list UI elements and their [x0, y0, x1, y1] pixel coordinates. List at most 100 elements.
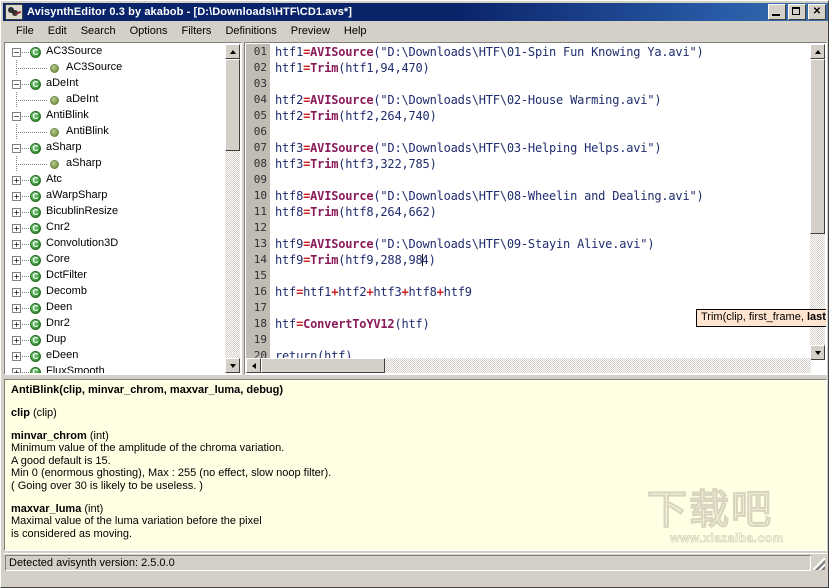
menu-item-file[interactable]: File	[9, 23, 41, 39]
code-line[interactable]: htf3=AVISource("D:\Downloads\HTF\03-Help…	[271, 140, 811, 156]
tree-node-awarpsharp[interactable]: + CaWarpSharp	[6, 188, 227, 204]
code-token: htf3	[275, 157, 304, 171]
expand-icon[interactable]: +	[12, 176, 21, 185]
tree-node-edeen[interactable]: + CeDeen	[6, 348, 227, 364]
editor-hscrollbar-thumb[interactable]	[261, 358, 385, 373]
expand-icon[interactable]: +	[12, 352, 21, 361]
editor-scroll-up-button[interactable]	[810, 44, 825, 59]
tree-node-dup[interactable]: + C Dup	[6, 332, 227, 348]
category-icon: C	[30, 319, 41, 330]
doc-param-name: maxvar_luma	[11, 502, 82, 515]
code-token: ConvertToYV12	[303, 317, 395, 331]
documentation-panel[interactable]: AntiBlink(clip, minvar_chrom, maxvar_lum…	[4, 379, 827, 551]
tree-node-fluxsmooth[interactable]: + C FluxSmooth	[6, 364, 227, 373]
menu-item-help[interactable]: Help	[337, 23, 374, 39]
tree-node-core[interactable]: + C Core	[6, 252, 227, 268]
code-line[interactable]	[271, 124, 811, 140]
collapse-icon[interactable]: −	[12, 112, 21, 121]
tree-node-dctfilter[interactable]: + C DctFilter	[6, 268, 227, 284]
menu-bar: File Edit Search Options Filters Definit…	[3, 21, 828, 41]
code-token: (htf8,264,662)	[338, 205, 437, 219]
code-line[interactable]	[271, 332, 811, 348]
code-line[interactable]: htf3=Trim(htf3,322,785)	[271, 156, 811, 172]
code-line[interactable]: htf8=AVISource("D:\Downloads\HTF\08-Whee…	[271, 188, 811, 204]
code-line[interactable]: htf2=Trim(htf2,264,740)	[271, 108, 811, 124]
category-icon: C	[30, 287, 41, 298]
category-icon: C	[30, 207, 41, 218]
code-line[interactable]: htf=htf1+htf2+htf3+htf8+htf9	[271, 284, 811, 300]
menu-item-edit[interactable]: Edit	[41, 23, 74, 39]
tree-node-deen[interactable]: + C Deen	[6, 300, 227, 316]
line-number: 19	[253, 333, 267, 346]
code-line[interactable]: htf9=AVISource("D:\Downloads\HTF\09-Stay…	[271, 236, 811, 252]
code-line[interactable]: htf1=Trim(htf1,94,470)	[271, 60, 811, 76]
editor-scroll-left-button[interactable]	[246, 358, 261, 373]
tree-node-asharp-fn[interactable]: aSharp	[6, 156, 227, 172]
function-icon	[50, 96, 59, 105]
expand-icon[interactable]: +	[12, 256, 21, 265]
tree-vertical-scrollbar[interactable]	[225, 44, 240, 373]
editor-scroll-down-button[interactable]	[810, 345, 825, 360]
code-line[interactable]: htf8=Trim(htf8,264,662)	[271, 204, 811, 220]
tree-node-dnr2[interactable]: + C Dnr2	[6, 316, 227, 332]
menu-item-search[interactable]: Search	[74, 23, 123, 39]
expand-icon[interactable]: +	[12, 288, 21, 297]
category-icon: C	[30, 351, 41, 362]
collapse-icon[interactable]: −	[12, 48, 21, 57]
tree-node-ac3source[interactable]: − C AC3Source	[6, 44, 227, 60]
tree-node-convolution3d[interactable]: + C Convolution3D	[6, 236, 227, 252]
tree-node-bicublinresize[interactable]: + C BicublinResize	[6, 204, 227, 220]
resize-grip-icon[interactable]	[811, 556, 825, 570]
menu-item-options[interactable]: Options	[123, 23, 175, 39]
tree-node-antiblink[interactable]: − C AntiBlink	[6, 108, 227, 124]
tree-scroll-up-button[interactable]	[225, 44, 240, 59]
code-line[interactable]	[271, 268, 811, 284]
close-button[interactable]: ✕	[808, 4, 826, 20]
menu-item-filters[interactable]: Filters	[174, 23, 218, 39]
code-token: Trim	[310, 253, 339, 267]
expand-icon[interactable]: +	[12, 320, 21, 329]
expand-icon[interactable]: +	[12, 272, 21, 281]
tree-scroll-down-button[interactable]	[225, 358, 240, 373]
maximize-button[interactable]	[788, 4, 806, 20]
code-line[interactable]: htf2=AVISource("D:\Downloads\HTF\02-Hous…	[271, 92, 811, 108]
tree-node-atc[interactable]: + C Atc	[6, 172, 227, 188]
code-line[interactable]: htf9=Trim(htf9,288,984)	[271, 252, 811, 268]
tree-node-antiblink-fn[interactable]: AntiBlink	[6, 124, 227, 140]
tree-node-label: Convolution3D	[46, 237, 119, 249]
tree-node-asharp[interactable]: − CaSharp	[6, 140, 227, 156]
code-token: +	[436, 285, 444, 299]
expand-icon[interactable]: +	[12, 192, 21, 201]
line-number: 05	[253, 109, 267, 122]
tree-node-decomb[interactable]: + C Decomb	[6, 284, 227, 300]
tree-node-adeint[interactable]: − CaDeInt	[6, 76, 227, 92]
code-token: htf	[275, 317, 297, 331]
tree-node-cnr2[interactable]: + C Cnr2	[6, 220, 227, 236]
code-line[interactable]	[271, 172, 811, 188]
minimize-button[interactable]	[768, 4, 786, 20]
code-line[interactable]	[271, 220, 811, 236]
collapse-icon[interactable]: −	[12, 144, 21, 153]
expand-icon[interactable]: +	[12, 368, 21, 373]
menu-item-definitions[interactable]: Definitions	[218, 23, 283, 39]
code-token: htf9	[275, 253, 304, 267]
tree-scrollbar-thumb[interactable]	[225, 59, 240, 151]
client-area: − C AC3Source AC3Source − CaDeInt aDeInt − C Anti…	[4, 42, 827, 573]
editor-scrollbar-thumb[interactable]	[810, 59, 825, 234]
tree-node-ac3source-fn[interactable]: AC3Source	[6, 60, 227, 76]
tree-node-label: Atc	[46, 173, 62, 185]
expand-icon[interactable]: +	[12, 304, 21, 313]
code-token: (htf2,264,740)	[338, 109, 437, 123]
expand-icon[interactable]: +	[12, 208, 21, 217]
tree-node-adeint-fn[interactable]: aDeInt	[6, 92, 227, 108]
editor-horizontal-scrollbar[interactable]	[246, 358, 811, 373]
expand-icon[interactable]: +	[12, 336, 21, 345]
collapse-icon[interactable]: −	[12, 80, 21, 89]
code-line[interactable]: htf1=AVISource("D:\Downloads\HTF\01-Spin…	[271, 44, 811, 60]
menu-item-preview[interactable]: Preview	[284, 23, 337, 39]
doc-param-type: (clip)	[29, 407, 57, 419]
code-line[interactable]	[271, 76, 811, 92]
expand-icon[interactable]: +	[12, 224, 21, 233]
filter-tree[interactable]: − C AC3Source AC3Source − CaDeInt aDeInt − C Anti…	[6, 44, 227, 373]
expand-icon[interactable]: +	[12, 240, 21, 249]
